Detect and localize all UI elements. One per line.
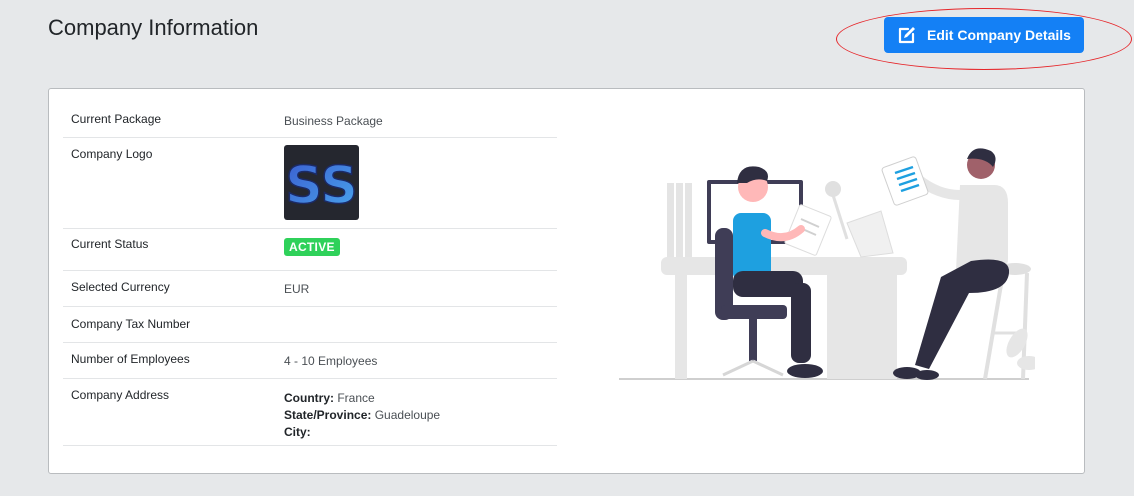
status-badge: ACTIVE — [284, 238, 340, 256]
office-illustration — [615, 143, 1041, 383]
page-title: Company Information — [48, 15, 259, 40]
label-number-of-employees: Number of Employees — [71, 352, 190, 366]
company-info-table: Current Package Business Package Company… — [63, 100, 557, 446]
label-company-logo: Company Logo — [71, 147, 153, 161]
edit-company-details-button[interactable]: Edit Company Details — [884, 17, 1084, 53]
address-state: State/Province: Guadeloupe — [284, 407, 557, 424]
row-company-tax-number: Company Tax Number — [63, 307, 557, 343]
row-current-package: Current Package Business Package — [63, 100, 557, 138]
company-info-card: Current Package Business Package Company… — [48, 88, 1085, 474]
row-current-status: Current Status ACTIVE — [63, 229, 557, 271]
value-current-package: Business Package — [284, 114, 383, 128]
label-current-package: Current Package — [71, 112, 162, 126]
value-number-of-employees: 4 - 10 Employees — [284, 354, 378, 368]
company-logo: SS — [284, 145, 359, 220]
label-current-status: Current Status — [71, 237, 149, 251]
value-current-status: ACTIVE — [284, 237, 557, 270]
label-company-address: Company Address — [71, 388, 170, 402]
label-company-tax-number: Company Tax Number — [71, 317, 191, 331]
country-label: Country: — [284, 391, 334, 405]
row-selected-currency: Selected Currency EUR — [63, 271, 557, 307]
row-company-address: Company Address Country: France State/Pr… — [63, 379, 557, 446]
address-country: Country: France — [284, 390, 557, 407]
value-selected-currency: EUR — [284, 282, 310, 296]
country-value: France — [337, 391, 375, 405]
value-company-logo: SS — [284, 145, 557, 228]
value-company-tax-number — [284, 317, 557, 342]
address-city: City: — [284, 424, 557, 441]
state-label: State/Province: — [284, 408, 372, 422]
row-company-logo: Company Logo SS — [63, 138, 557, 229]
city-label: City: — [284, 425, 311, 439]
state-value: Guadeloupe — [374, 408, 441, 422]
logo-text: SS — [285, 156, 358, 216]
edit-icon — [897, 25, 917, 45]
value-company-address: Country: France State/Province: Guadelou… — [284, 388, 557, 445]
edit-button-label: Edit Company Details — [927, 27, 1071, 43]
row-number-of-employees: Number of Employees 4 - 10 Employees — [63, 343, 557, 379]
label-selected-currency: Selected Currency — [71, 280, 170, 294]
